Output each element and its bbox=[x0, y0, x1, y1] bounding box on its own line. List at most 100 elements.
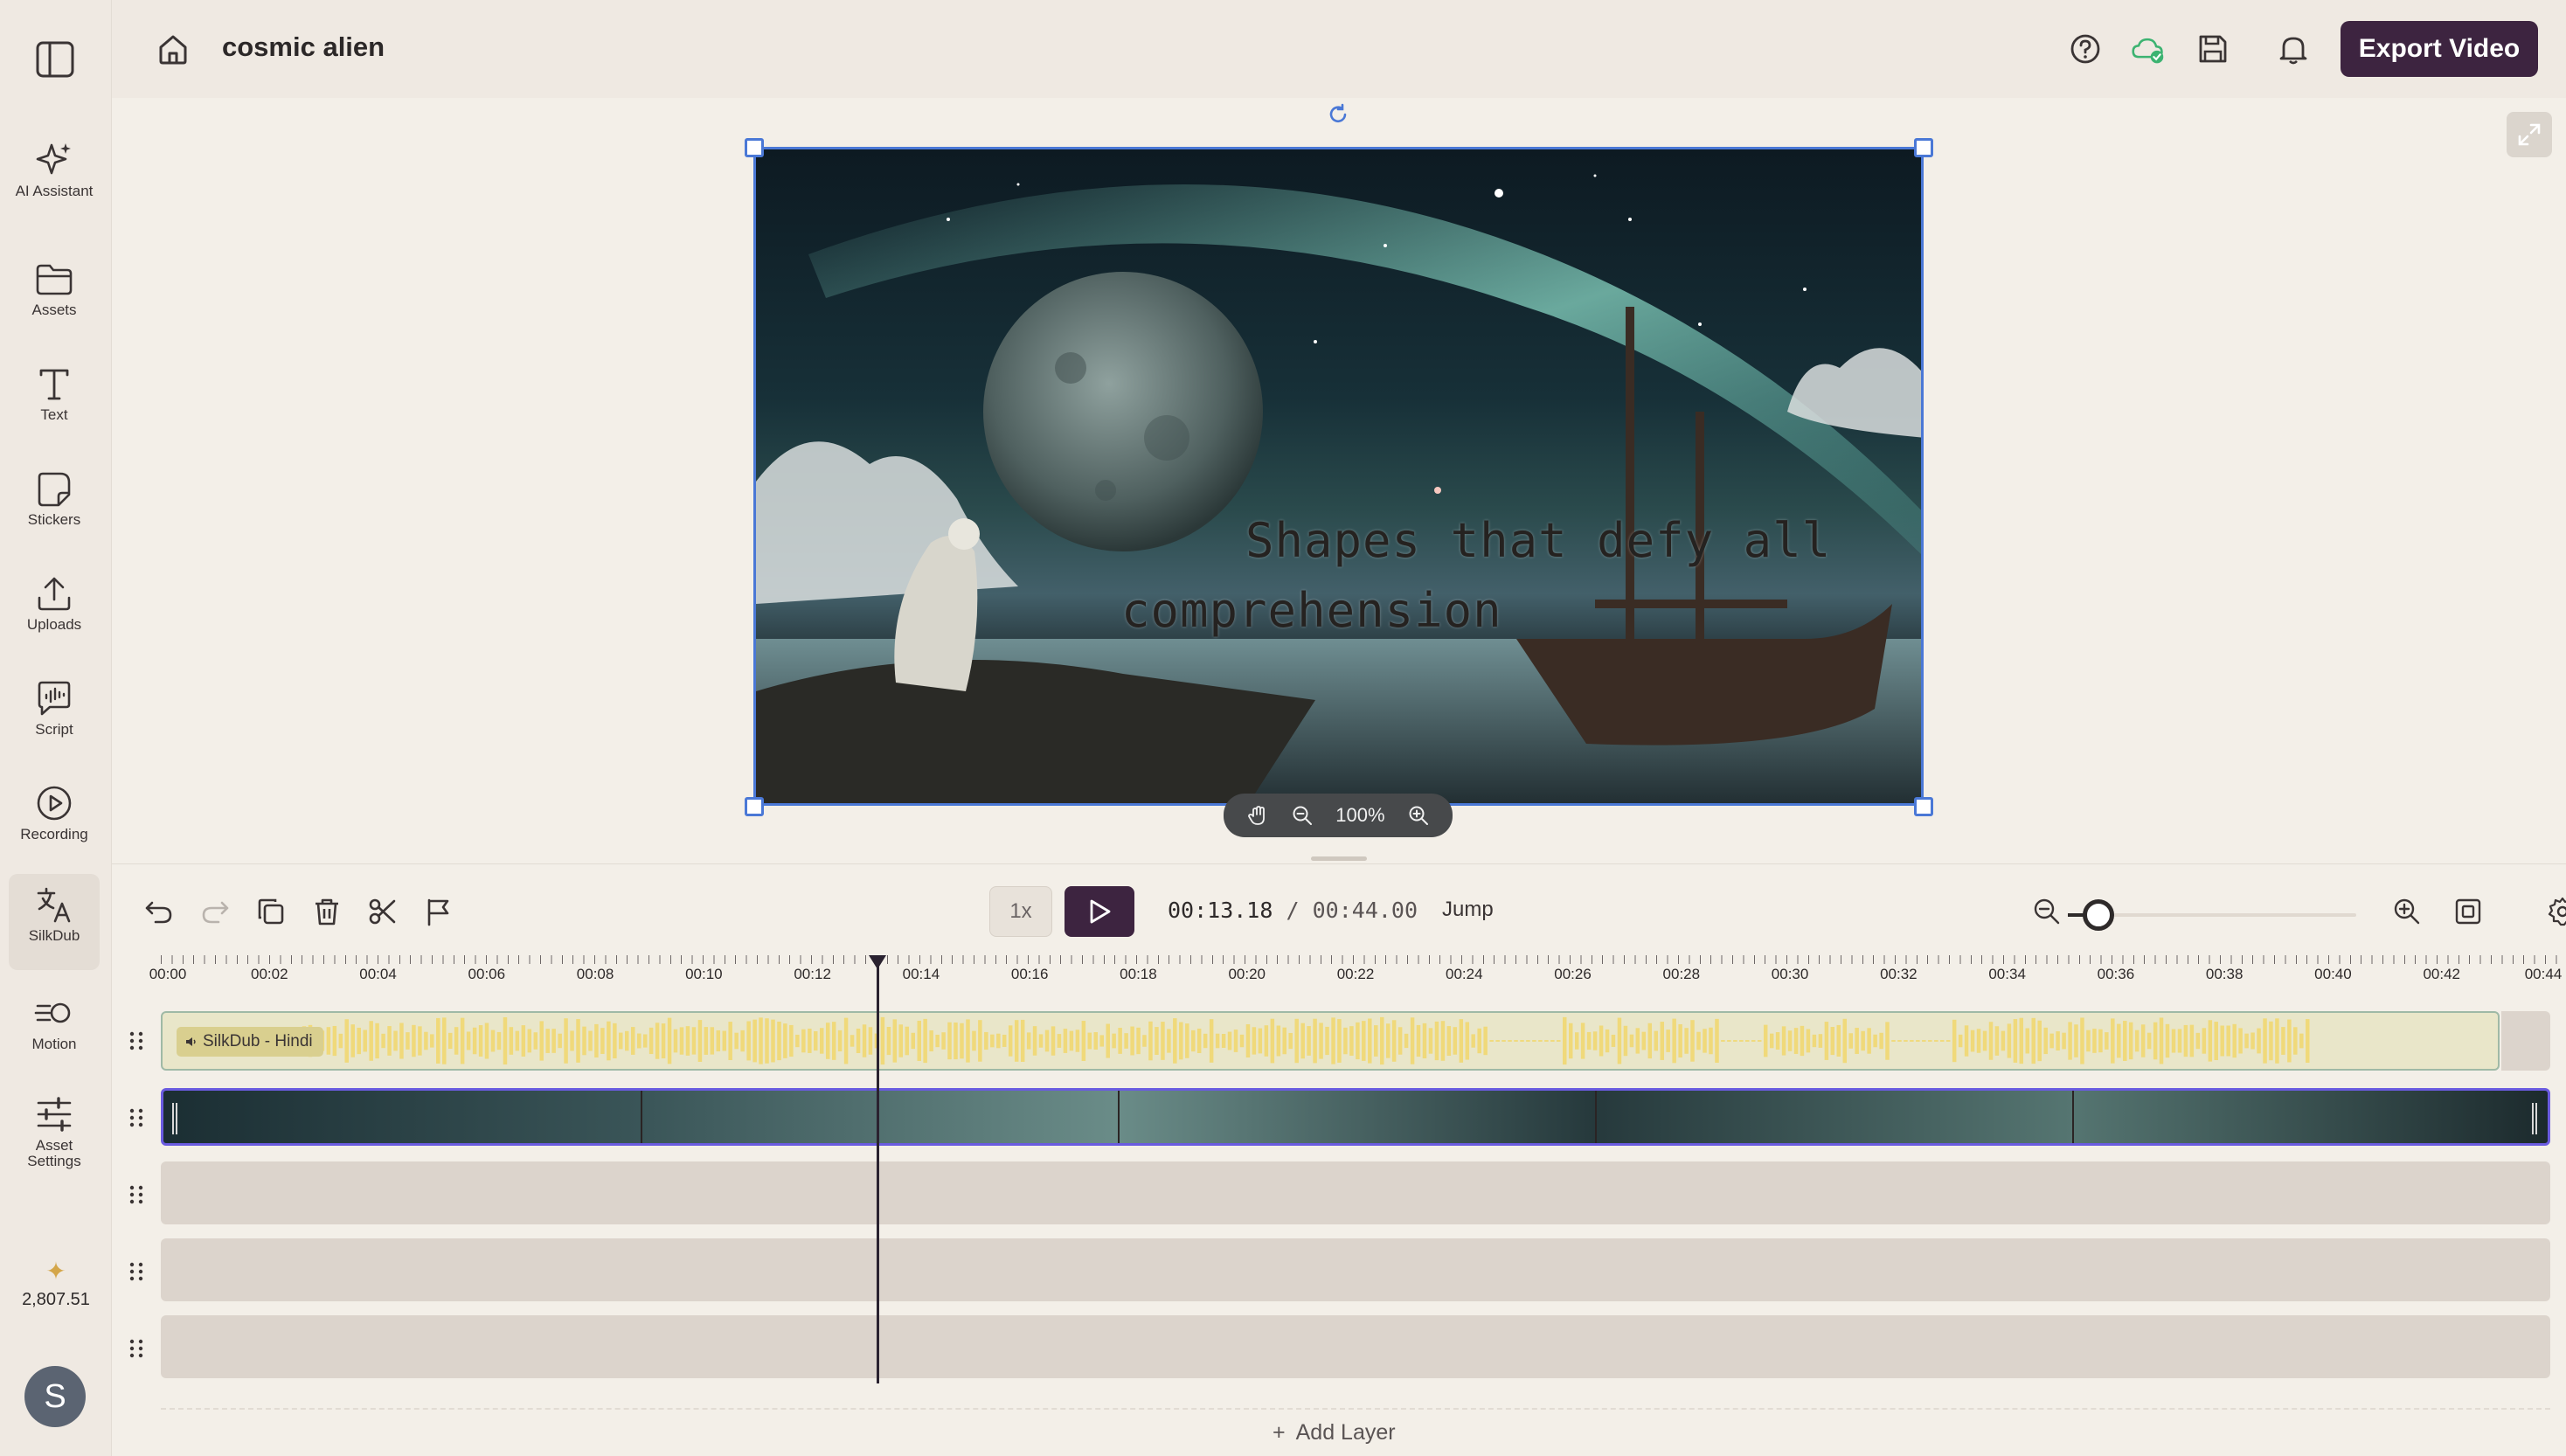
cloud-saved-icon[interactable] bbox=[2131, 31, 2166, 66]
waveform-bar bbox=[1356, 1022, 1360, 1060]
waveform-bar bbox=[880, 1016, 885, 1065]
waveform-bar bbox=[607, 1021, 611, 1061]
waveform-bar bbox=[338, 1033, 343, 1049]
waveform-bar bbox=[2074, 1024, 2078, 1057]
waveform-bar bbox=[1800, 1025, 1805, 1057]
fullscreen-button[interactable] bbox=[2507, 112, 2552, 157]
waveform-bar bbox=[1751, 1040, 1756, 1042]
track-drag-handle-icon[interactable] bbox=[124, 1336, 149, 1361]
timeline-panel: 1x 00:13.18 / 00:44.00 Jump 00:00 00:02 00… bbox=[112, 863, 2566, 1456]
resize-handle-top-right[interactable] bbox=[1914, 138, 1933, 157]
timeline-ruler[interactable]: 00:00 00:02 00:04 00:06 00:08 00:10 00:12 00:14… bbox=[149, 955, 2566, 982]
jump-button[interactable]: Jump bbox=[1442, 898, 1494, 922]
sidebar-item-uploads[interactable]: Uploads bbox=[9, 563, 100, 659]
sidebar-item-text[interactable]: Text bbox=[9, 353, 100, 449]
bell-icon[interactable] bbox=[2276, 31, 2311, 66]
waveform-bar bbox=[1002, 1034, 1007, 1047]
sidebar-item-stickers[interactable]: Stickers bbox=[9, 458, 100, 554]
sidebar-item-silkdub[interactable]: SilkDub bbox=[9, 874, 100, 970]
waveform-bar bbox=[1179, 1022, 1183, 1060]
waveform-bar bbox=[1818, 1034, 1823, 1048]
waveform-bar bbox=[503, 1016, 508, 1065]
empty-track[interactable] bbox=[161, 1315, 2550, 1378]
sidebar-item-recording[interactable]: Recording bbox=[9, 773, 100, 869]
waveform-bar bbox=[1483, 1026, 1488, 1056]
waveform-bar bbox=[905, 1026, 910, 1056]
waveform-bar bbox=[1245, 1023, 1251, 1058]
track-drag-handle-icon[interactable] bbox=[124, 1259, 149, 1284]
waveform-bar bbox=[1410, 1017, 1415, 1064]
sidebar-item-asset-settings[interactable]: Asset Settings bbox=[9, 1084, 100, 1180]
sticker-icon bbox=[38, 472, 71, 507]
waveform-bar bbox=[1654, 1030, 1659, 1051]
rotate-handle-icon[interactable] bbox=[1327, 103, 1349, 126]
timeline-zoom-out-icon[interactable] bbox=[2031, 896, 2063, 927]
waveform-bar bbox=[1087, 1032, 1092, 1050]
track-drag-handle-icon[interactable] bbox=[124, 1029, 149, 1053]
ruler-tick-label: 00:38 bbox=[2205, 966, 2244, 982]
waveform-bar bbox=[1227, 1031, 1232, 1050]
sidebar-item-motion[interactable]: Motion bbox=[9, 982, 100, 1078]
waveform-bar bbox=[862, 1024, 867, 1057]
video-preview[interactable]: Shapes that defy all comprehension bbox=[753, 147, 1924, 806]
play-button[interactable] bbox=[1065, 886, 1134, 937]
resize-handle-top-left[interactable] bbox=[745, 138, 764, 157]
empty-track[interactable] bbox=[161, 1161, 2550, 1224]
playback-speed-button[interactable]: 1x bbox=[989, 886, 1052, 937]
waveform-bar bbox=[406, 1032, 410, 1050]
resize-handle-bottom-right[interactable] bbox=[1914, 797, 1933, 816]
caption-line-1[interactable]: Shapes that defy all bbox=[1245, 513, 1831, 568]
zoom-in-icon[interactable] bbox=[1407, 804, 1430, 827]
ruler-tick-label: 00:24 bbox=[1445, 966, 1483, 982]
hand-pan-icon[interactable] bbox=[1246, 804, 1269, 827]
project-title[interactable]: cosmic alien bbox=[222, 31, 385, 63]
duplicate-icon[interactable] bbox=[255, 896, 287, 927]
help-icon[interactable] bbox=[2068, 31, 2103, 66]
sidebar-toggle-icon[interactable] bbox=[35, 40, 75, 79]
trash-icon[interactable] bbox=[311, 896, 343, 927]
caption-line-2[interactable]: comprehension bbox=[1121, 583, 1502, 638]
sidebar-item-assets[interactable]: Assets bbox=[9, 248, 100, 344]
waveform-bar bbox=[2232, 1023, 2237, 1058]
waveform-bar bbox=[636, 1033, 642, 1049]
ruler-tick-label: 00:42 bbox=[2423, 966, 2460, 982]
video-track-clip[interactable] bbox=[161, 1088, 2550, 1146]
sidebar-item-script[interactable]: Script bbox=[9, 668, 100, 764]
waveform-bar bbox=[1982, 1030, 1987, 1051]
clip-trim-handle-left[interactable] bbox=[172, 1103, 177, 1134]
track-drag-handle-icon[interactable] bbox=[124, 1182, 149, 1207]
add-layer-button[interactable]: + Add Layer bbox=[1273, 1420, 1396, 1446]
save-icon[interactable] bbox=[2195, 31, 2230, 66]
panel-resize-grip[interactable] bbox=[1311, 856, 1367, 861]
zoom-out-icon[interactable] bbox=[1291, 804, 1314, 827]
waveform-bar bbox=[1574, 1032, 1579, 1050]
waveform-bar bbox=[1471, 1034, 1475, 1048]
timeline-zoom-in-icon[interactable] bbox=[2391, 896, 2423, 927]
waveform-bar bbox=[1294, 1018, 1299, 1064]
avatar[interactable]: S bbox=[24, 1366, 86, 1427]
waveform-bar bbox=[2306, 1019, 2310, 1064]
marker-flag-icon[interactable] bbox=[423, 896, 454, 927]
playhead[interactable] bbox=[876, 959, 879, 1383]
track-drag-handle-icon[interactable] bbox=[124, 1106, 149, 1130]
zoom-slider-knob[interactable] bbox=[2082, 899, 2114, 931]
empty-track[interactable] bbox=[161, 1238, 2550, 1301]
home-icon[interactable] bbox=[156, 31, 191, 66]
scissors-icon[interactable] bbox=[367, 896, 399, 927]
resize-handle-bottom-left[interactable] bbox=[745, 797, 764, 816]
redo-icon[interactable] bbox=[199, 896, 231, 927]
timeline-zoom-slider[interactable] bbox=[2068, 899, 2356, 931]
audio-track-clip[interactable]: SilkDub - Hindi bbox=[161, 1011, 2500, 1071]
waveform-bar bbox=[1769, 1033, 1774, 1049]
waveform-bar bbox=[1252, 1027, 1257, 1055]
sidebar-item-ai-assistant[interactable]: AI Assistant bbox=[9, 129, 100, 225]
timeline-settings-gear-icon[interactable] bbox=[2547, 896, 2566, 927]
waveform-bar bbox=[771, 1019, 775, 1063]
ruler-tick-label: 00:40 bbox=[2314, 966, 2352, 982]
export-video-button[interactable]: Export Video bbox=[2341, 21, 2538, 77]
clip-trim-handle-right[interactable] bbox=[2532, 1103, 2537, 1134]
waveform-bar bbox=[2195, 1032, 2201, 1050]
waveform-bar bbox=[2068, 1022, 2072, 1060]
fit-timeline-icon[interactable] bbox=[2452, 896, 2484, 927]
undo-icon[interactable] bbox=[143, 896, 175, 927]
